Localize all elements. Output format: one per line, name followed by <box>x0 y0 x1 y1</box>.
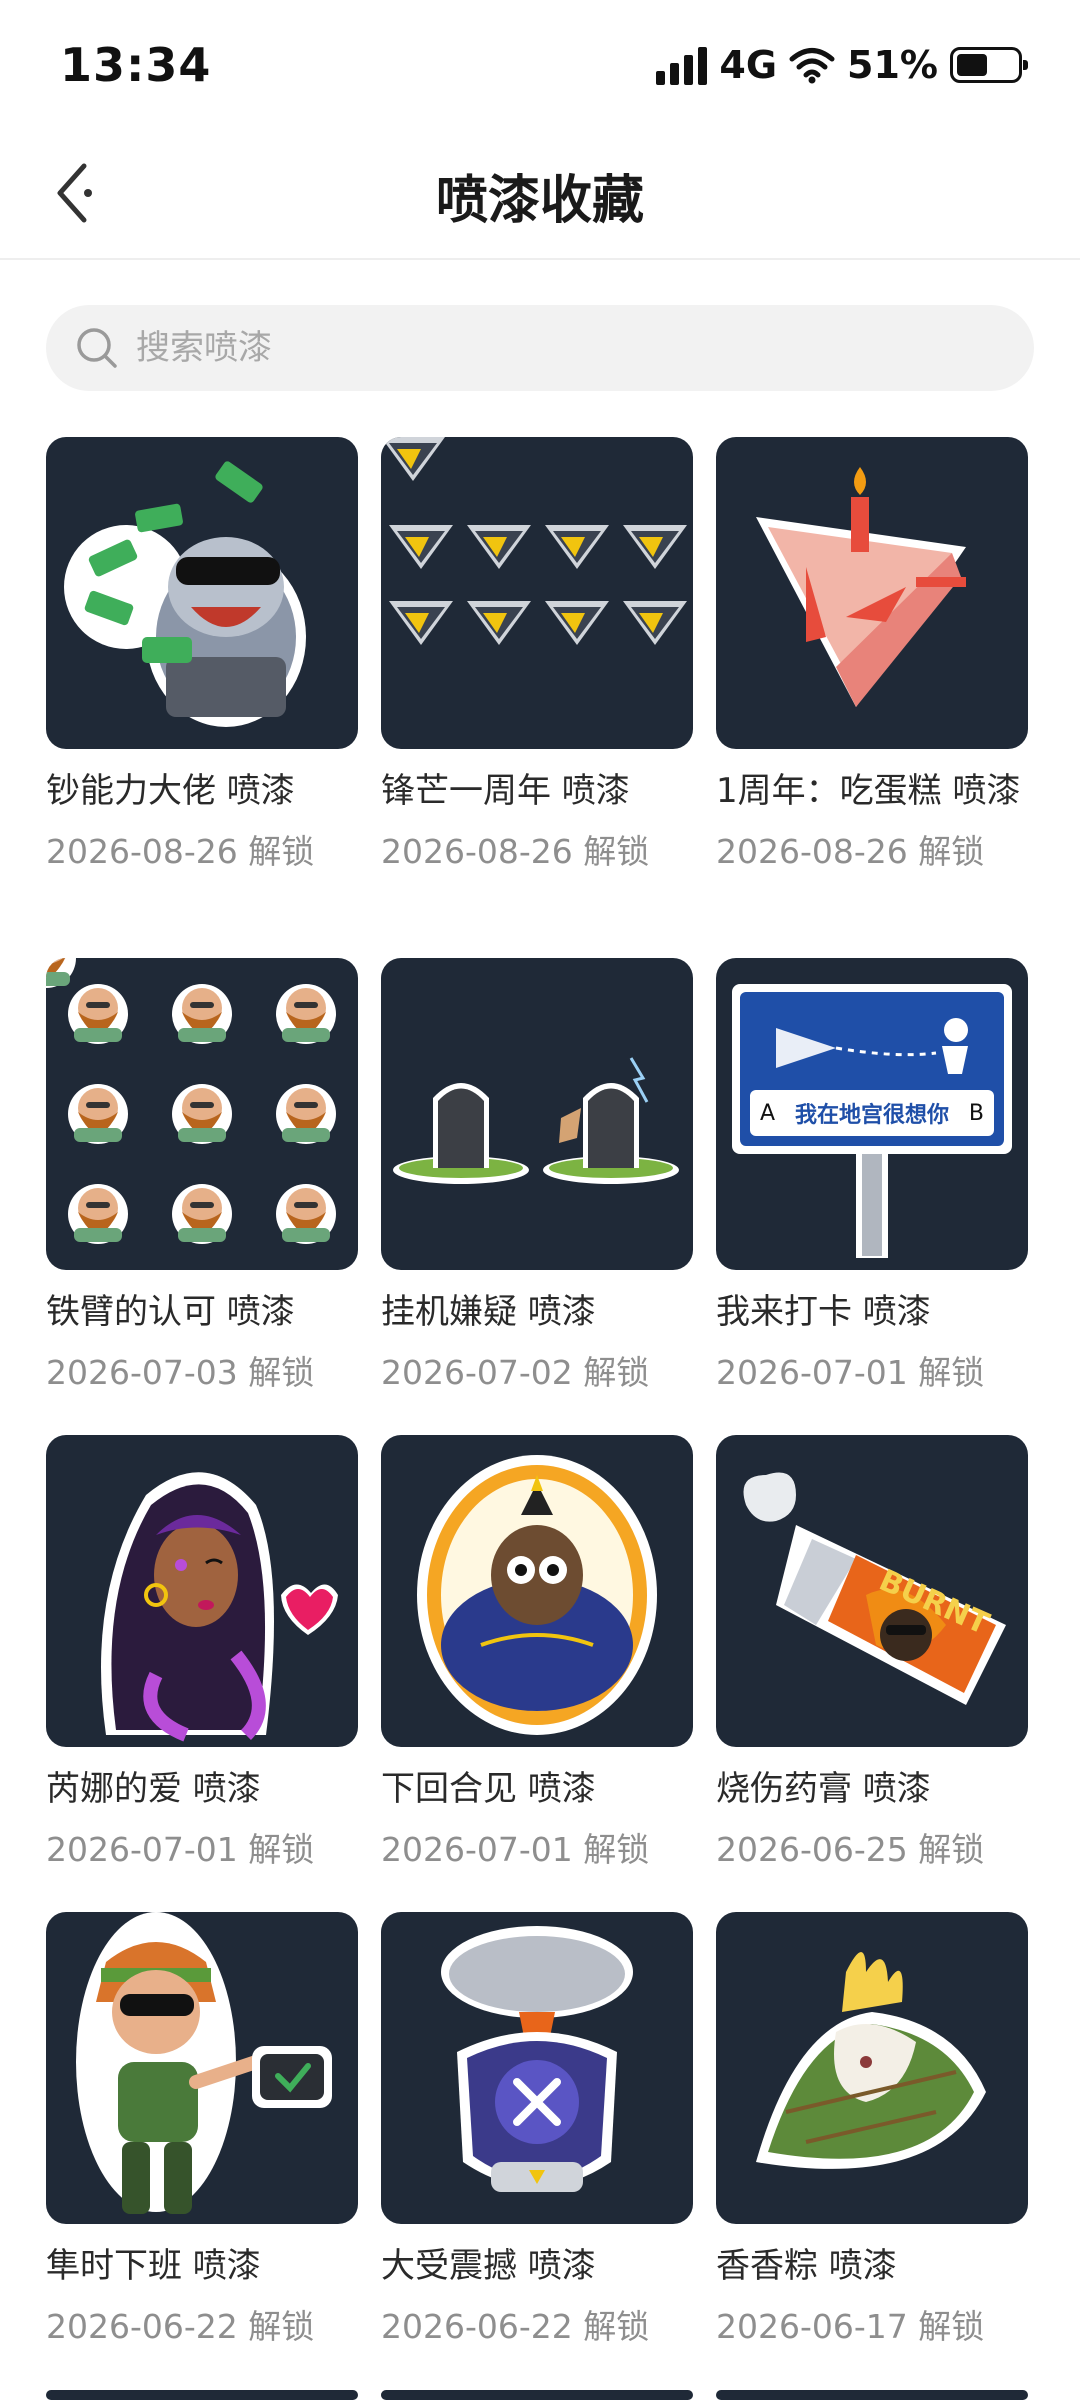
page-title: 喷漆收藏 <box>435 171 644 231</box>
spray-card[interactable]: 下回合见 喷漆 2026-07-01 解锁 <box>381 1435 693 1871</box>
status-icons: 4G 51% <box>656 40 1028 90</box>
spray-thumbnail[interactable] <box>716 1912 1028 2224</box>
spray-unlock-date: 2026-07-01 解锁 <box>716 1353 985 1392</box>
spray-thumbnail[interactable] <box>381 1912 693 2224</box>
wifi-icon <box>789 48 835 84</box>
sign-main-label: 我在地宫很想你 <box>794 1103 949 1128</box>
spray-thumbnail[interactable] <box>381 2390 693 2400</box>
spray-card[interactable]: 香香粽 喷漆 2026-06-17 解锁 <box>716 1912 1028 2348</box>
spray-thumbnail[interactable]: BURNT <box>716 1435 1028 1747</box>
spray-unlock-date: 2026-07-01 解锁 <box>381 1830 650 1869</box>
spray-card[interactable]: A 我在地宫很想你 B 我来打卡 喷漆 2026-07-01 解锁 <box>716 958 1028 1394</box>
spray-card[interactable]: 芮娜的爱 喷漆 2026-07-01 解锁 <box>46 1435 358 1871</box>
sign-right-label: B <box>968 1100 984 1126</box>
spray-title: 铁臂的认可 喷漆 <box>46 1292 295 1332</box>
spray-card[interactable]: BURNT 烧伤药膏 喷漆 2026-06-25 解锁 <box>716 1435 1028 1871</box>
spray-title: 我来打卡 喷漆 <box>716 1292 931 1332</box>
spray-card[interactable]: 隼时下班 喷漆 2026-06-22 解锁 <box>46 1912 358 2348</box>
spray-thumbnail[interactable] <box>46 1435 358 1747</box>
spray-card-partial[interactable] <box>381 2390 693 2400</box>
spray-thumbnail[interactable] <box>716 437 1028 749</box>
tombstones-icon <box>393 1057 679 1184</box>
spray-unlock-date: 2026-06-25 解锁 <box>716 1830 985 1869</box>
spray-thumbnail[interactable]: A 我在地宫很想你 B <box>716 958 1028 1270</box>
spray-title: 烧伤药膏 喷漆 <box>716 1769 931 1809</box>
search-bar[interactable] <box>46 305 1034 391</box>
spray-title: 芮娜的爱 喷漆 <box>46 1769 261 1809</box>
battery-icon <box>950 47 1028 83</box>
spray-unlock-date: 2026-07-03 解锁 <box>46 1353 315 1392</box>
spray-title: 隼时下班 喷漆 <box>46 2246 261 2286</box>
spray-unlock-date: 2026-06-22 解锁 <box>46 2307 315 2346</box>
spray-unlock-date: 2026-06-22 解锁 <box>381 2307 650 2346</box>
zongzi-icon <box>756 1952 986 2169</box>
nav-bar: 喷漆收藏 <box>0 130 1080 260</box>
spray-card-partial[interactable] <box>46 2390 358 2400</box>
battery-fill <box>957 54 987 76</box>
sign-text: A 我在地宫很想你 B <box>750 1090 994 1136</box>
spray-title: 挂机嫌疑 喷漆 <box>381 1292 596 1332</box>
spray-title: 大受震撼 喷漆 <box>381 2246 596 2286</box>
spray-unlock-date: 2026-08-26 解锁 <box>716 832 985 871</box>
spray-card[interactable]: 大受震撼 喷漆 2026-06-22 解锁 <box>381 1912 693 2348</box>
spray-title: 1周年：吃蛋糕 喷漆 <box>716 771 1021 811</box>
spray-card[interactable]: 1周年：吃蛋糕 喷漆 2026-08-26 解锁 <box>716 437 1028 873</box>
battery-percent: 51% <box>847 43 938 87</box>
neon-portal-icon <box>417 1455 657 1735</box>
birthday-cake-icon <box>756 467 966 707</box>
spray-card[interactable]: 挂机嫌疑 喷漆 2026-07-02 解锁 <box>381 958 693 1394</box>
spray-unlock-date: 2026-07-01 解锁 <box>46 1830 315 1869</box>
spray-unlock-date: 2026-06-17 解锁 <box>716 2307 985 2346</box>
spray-thumbnail[interactable] <box>381 437 693 749</box>
spray-card-partial[interactable] <box>716 2390 1028 2400</box>
sign-left-label: A <box>760 1100 776 1126</box>
search-input[interactable] <box>136 328 996 368</box>
mind-blown-icon <box>441 1926 633 2192</box>
skye-clock-out-icon <box>76 1912 332 2214</box>
spray-title: 锋芒一周年 喷漆 <box>381 771 630 811</box>
spray-thumbnail[interactable] <box>46 2390 358 2400</box>
spray-unlock-date: 2026-08-26 解锁 <box>381 832 650 871</box>
spray-unlock-date: 2026-08-26 解锁 <box>46 832 315 871</box>
spray-title: 香香粽 喷漆 <box>716 2246 897 2286</box>
burnt-rocket-icon <box>743 1472 1006 1705</box>
spray-thumbnail[interactable] <box>381 958 693 1270</box>
spray-title: 钞能力大佬 喷漆 <box>46 771 295 811</box>
spray-title: 下回合见 喷漆 <box>381 1769 596 1809</box>
search-icon <box>77 328 117 368</box>
status-bar: 13:34 4G 51% <box>0 0 1080 130</box>
spray-card[interactable]: 锋芒一周年 喷漆 2026-08-26 解锁 <box>381 437 693 873</box>
spray-thumbnail[interactable] <box>381 1435 693 1747</box>
spray-thumbnail[interactable] <box>46 1912 358 2224</box>
sloth-money-sticker-icon <box>64 461 306 727</box>
breach-faces-grid-icon <box>46 958 336 1244</box>
spray-thumbnail[interactable] <box>46 437 358 749</box>
status-time: 13:34 <box>60 38 212 92</box>
network-label: 4G <box>719 43 778 87</box>
spray-card[interactable]: 铁臂的认可 喷漆 2026-07-03 解锁 <box>46 958 358 1394</box>
reyna-heart-icon <box>101 1472 338 1742</box>
signal-icon <box>656 45 708 85</box>
spray-thumbnail[interactable] <box>46 958 358 1270</box>
spray-card[interactable]: 钞能力大佬 喷漆 2026-08-26 解锁 <box>46 437 358 873</box>
spray-thumbnail[interactable] <box>716 2390 1028 2400</box>
valorant-logo-grid-icon <box>381 437 687 645</box>
spray-unlock-date: 2026-07-02 解锁 <box>381 1353 650 1392</box>
